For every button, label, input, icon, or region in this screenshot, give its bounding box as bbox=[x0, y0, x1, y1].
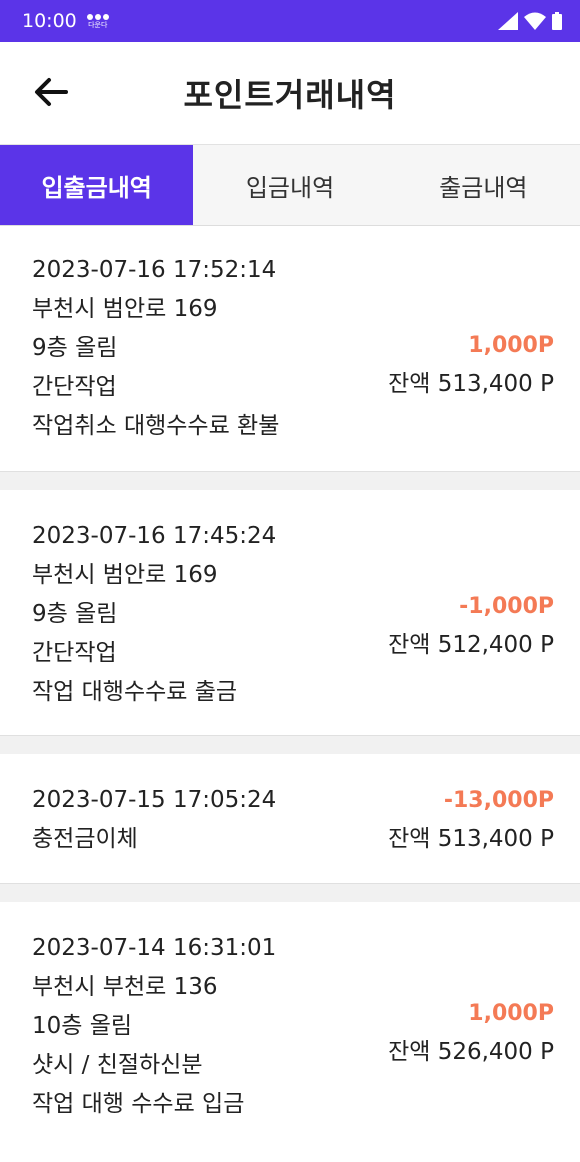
transaction-balance: 잔액 526,400 P bbox=[388, 1039, 554, 1065]
app-badge-icon: 다운다 bbox=[86, 13, 109, 29]
transaction-datetime: 2023-07-16 17:52:14 bbox=[32, 257, 277, 283]
transaction-amount: -1,000P bbox=[459, 594, 554, 619]
tab-all[interactable]: 입출금내역 bbox=[0, 145, 194, 225]
card-divider bbox=[0, 736, 580, 754]
battery-icon bbox=[552, 12, 562, 30]
transaction-card[interactable]: 2023-07-16 17:45:24 부천시 범안로 169 9층 올림 간단… bbox=[0, 490, 580, 736]
transaction-memo: 작업취소 대행수수료 환불 bbox=[32, 413, 280, 439]
status-right bbox=[498, 12, 562, 30]
signal-icon bbox=[498, 12, 518, 30]
transaction-balance: 잔액 513,400 P bbox=[388, 371, 554, 397]
status-time: 10:00 bbox=[22, 10, 77, 32]
app-header: 포인트거래내역 bbox=[0, 42, 580, 145]
transaction-amount: -13,000P bbox=[443, 788, 554, 813]
transaction-balance: 잔액 513,400 P bbox=[388, 826, 554, 852]
transaction-balance: 잔액 512,400 P bbox=[388, 632, 554, 658]
transaction-amount-block: 1,000P 잔액 526,400 P bbox=[388, 994, 554, 1072]
transaction-card[interactable]: 2023-07-14 16:31:01 부천시 부천로 136 10층 올림 샷… bbox=[0, 902, 580, 1162]
status-bar: 10:00 다운다 bbox=[0, 0, 580, 42]
transaction-address: 부천시 범안로 169 bbox=[32, 296, 218, 322]
transaction-memo: 작업 대행수수료 출금 bbox=[32, 679, 238, 705]
card-divider bbox=[0, 472, 580, 490]
app-badge-text: 다운다 bbox=[88, 20, 108, 29]
back-arrow-icon[interactable] bbox=[30, 72, 70, 112]
transaction-amount-block: -13,000P 잔액 513,400 P bbox=[388, 781, 554, 859]
transaction-amount: 1,000P bbox=[468, 1001, 554, 1026]
wifi-icon bbox=[524, 12, 546, 30]
transaction-datetime: 2023-07-16 17:45:24 bbox=[32, 523, 277, 549]
transaction-amount: 1,000P bbox=[468, 333, 554, 358]
status-left: 10:00 다운다 bbox=[22, 10, 109, 32]
tab-withdrawal[interactable]: 출금내역 bbox=[387, 145, 580, 225]
transaction-card[interactable]: 2023-07-16 17:52:14 부천시 범안로 169 9층 올림 간단… bbox=[0, 226, 580, 472]
transaction-memo: 작업 대행 수수료 입금 bbox=[32, 1091, 245, 1117]
transaction-amount-block: -1,000P 잔액 512,400 P bbox=[388, 587, 554, 665]
tab-deposit[interactable]: 입금내역 bbox=[193, 145, 386, 225]
transaction-datetime: 2023-07-14 16:31:01 bbox=[32, 935, 277, 961]
card-divider bbox=[0, 884, 580, 902]
transaction-card[interactable]: 2023-07-15 17:05:24 충전금이체 -13,000P 잔액 51… bbox=[0, 754, 580, 884]
page-title: 포인트거래내역 bbox=[183, 76, 397, 114]
tab-bar: 입출금내역 입금내역 출금내역 bbox=[0, 145, 580, 226]
transaction-amount-block: 1,000P 잔액 513,400 P bbox=[388, 326, 554, 404]
